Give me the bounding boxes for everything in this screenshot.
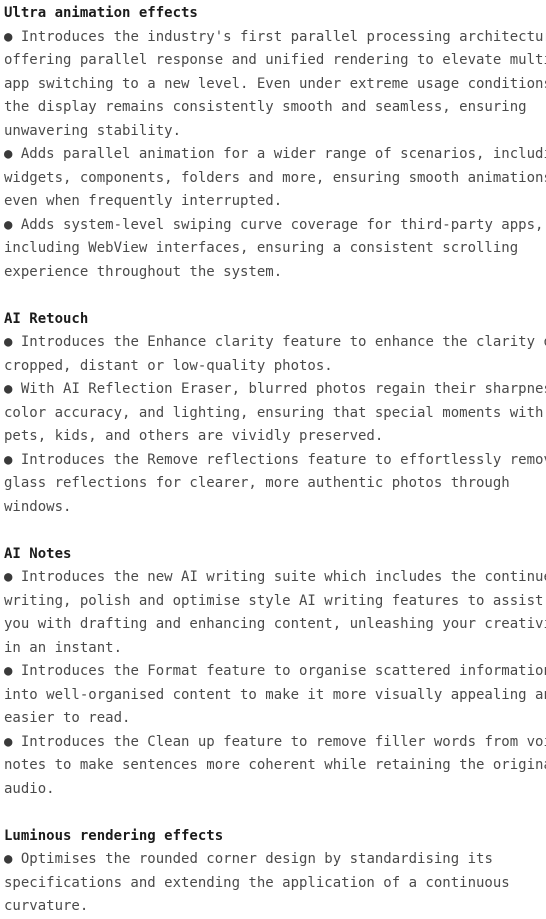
bullet-text: unwavering stability. <box>4 122 182 139</box>
bullet-item: ● Introduces the Enhance clarity feature… <box>4 331 546 355</box>
bullet-item: ● Optimises the rounded corner design by… <box>4 848 546 872</box>
bullet-text: cropped, distant or low-quality photos. <box>4 357 333 374</box>
bullet-item: ● Adds system-level swiping curve covera… <box>4 214 546 238</box>
bullet-item: ● Introduces the Clean up feature to rem… <box>4 731 546 755</box>
bullet-item-wrapped-line: you with drafting and enhancing content,… <box>4 613 546 637</box>
bullet-item-wrapped-line: the display remains consistently smooth … <box>4 96 546 120</box>
bullet-text: Adds system-level swiping curve coverage… <box>20 216 544 233</box>
bullet-point-icon: ● <box>4 663 13 679</box>
bullet-text: color accuracy, and lighting, ensuring t… <box>4 404 544 421</box>
bullet-text: Optimises the rounded corner design by s… <box>20 851 493 867</box>
section-heading: AI Notes <box>4 545 72 562</box>
bullet-text: Adds parallel animation for a wider rang… <box>20 146 546 162</box>
bullet-text: including WebView interfaces, ensuring a… <box>4 240 519 256</box>
bullet-point-icon: ● <box>4 733 13 750</box>
bullet-list: ● Introduces the new AI writing suite wh… <box>4 566 546 801</box>
section-heading: AI Retouch <box>4 310 89 327</box>
bullet-item-wrapped-line: writing, polish and optimise style AI wr… <box>4 590 546 614</box>
bullet-text: writing, polish and optimise style AI wr… <box>4 592 544 609</box>
bullet-item: ● With AI Reflection Eraser, blurred pho… <box>4 378 546 402</box>
bullet-item-wrapped-line: offering parallel response and unified r… <box>4 49 546 73</box>
bullet-point-icon: ● <box>4 451 13 468</box>
bullet-text: the display remains consistently smooth … <box>4 99 527 115</box>
bullet-item: ● Adds parallel animation for a wider ra… <box>4 143 546 167</box>
bullet-text: specifications and extending the applica… <box>4 874 510 891</box>
bullet-text: notes to make sentences more coherent wh… <box>4 757 546 773</box>
bullet-text: easier to read. <box>4 710 131 726</box>
bullet-text: app switching to a new level. Even under… <box>4 75 546 92</box>
bullet-text: Introduces the Format feature to organis… <box>20 663 546 679</box>
bullet-item-wrapped-line: audio. <box>4 778 546 802</box>
bullet-item: ● Introduces the new AI writing suite wh… <box>4 566 546 590</box>
bullet-item-wrapped-line: in an instant. <box>4 637 546 661</box>
bullet-text: widgets, components, folders and more, e… <box>4 169 546 186</box>
bullet-item-wrapped-line: cropped, distant or low-quality photos. <box>4 355 546 379</box>
bullet-item-wrapped-line: including WebView interfaces, ensuring a… <box>4 237 546 261</box>
bullet-item-wrapped-line: windows. <box>4 496 546 520</box>
bullet-text: glass reflections for clearer, more auth… <box>4 475 510 491</box>
bullet-item-wrapped-line: into well-organised content to make it m… <box>4 684 546 708</box>
release-note-section: AI Notes ● Introduces the new AI writing … <box>4 543 546 802</box>
bullet-item: ● Introduces the Format feature to organ… <box>4 660 546 684</box>
bullet-point-icon: ● <box>4 851 13 867</box>
bullet-point-icon: ● <box>4 569 13 585</box>
bullet-point-icon: ● <box>4 381 13 397</box>
bullet-text: windows. <box>4 498 72 515</box>
section-heading: Ultra animation effects <box>4 5 198 21</box>
bullet-item: ● Introduces the Remove reflections feat… <box>4 449 546 473</box>
bullet-item-wrapped-line: glass reflections for clearer, more auth… <box>4 472 546 496</box>
bullet-list: ● Optimises the rounded corner design by… <box>4 848 546 919</box>
bullet-text: offering parallel response and unified r… <box>4 52 546 68</box>
release-note-section: AI Retouch ● Introduces the Enhance clari… <box>4 308 546 520</box>
bullet-item-wrapped-line: notes to make sentences more coherent wh… <box>4 754 546 778</box>
bullet-text: Introduces the Clean up feature to remov… <box>20 733 546 750</box>
bullet-text: pets, kids, and others are vividly prese… <box>4 428 384 444</box>
bullet-text: Introduces the new AI writing suite whic… <box>20 569 546 585</box>
release-note-section: Luminous rendering effects ● Optimises th… <box>4 825 546 919</box>
bullet-list: ● Introduces the industry's first parall… <box>4 26 546 285</box>
bullet-text: audio. <box>4 780 55 797</box>
bullet-item-wrapped-line: widgets, components, folders and more, e… <box>4 167 546 191</box>
bullet-point-icon: ● <box>4 146 13 162</box>
release-note-section: Ultra animation effects ● Introduces the … <box>4 2 546 284</box>
bullet-item-wrapped-line: experience throughout the system. <box>4 261 546 285</box>
bullet-item-wrapped-line: color accuracy, and lighting, ensuring t… <box>4 402 546 426</box>
bullet-item-wrapped-line: easier to read. <box>4 707 546 731</box>
bullet-item: ● Introduces the industry's first parall… <box>4 26 546 50</box>
bullet-point-icon: ● <box>4 334 13 350</box>
bullet-text: in an instant. <box>4 639 123 656</box>
bullet-text: into well-organised content to make it m… <box>4 686 546 703</box>
bullet-item-wrapped-line: app switching to a new level. Even under… <box>4 73 546 97</box>
bullet-text: even when frequently interrupted. <box>4 193 283 209</box>
bullet-item-wrapped-line: unwavering stability. <box>4 120 546 144</box>
bullet-item-wrapped-line: curvature. <box>4 895 546 919</box>
bullet-item-wrapped-line: even when frequently interrupted. <box>4 190 546 214</box>
bullet-point-icon: ● <box>4 216 13 233</box>
bullet-text: Introduces the Remove reflections featur… <box>20 451 546 468</box>
bullet-point-icon: ● <box>4 28 13 45</box>
bullet-text: curvature. <box>4 898 89 914</box>
bullet-item-wrapped-line: specifications and extending the applica… <box>4 872 546 896</box>
bullet-list: ● Introduces the Enhance clarity feature… <box>4 331 546 519</box>
bullet-text: experience throughout the system. <box>4 263 283 280</box>
bullet-text: With AI Reflection Eraser, blurred photo… <box>20 381 546 397</box>
bullet-text: Introduces the industry's first parallel… <box>20 28 546 45</box>
bullet-item-wrapped-line: pets, kids, and others are vividly prese… <box>4 425 546 449</box>
section-heading: Luminous rendering effects <box>4 827 224 844</box>
bullet-text: you with drafting and enhancing content,… <box>4 616 546 632</box>
bullet-text: Introduces the Enhance clarity feature t… <box>20 334 546 350</box>
release-notes-body: Ultra animation effects ● Introduces the … <box>0 0 546 919</box>
